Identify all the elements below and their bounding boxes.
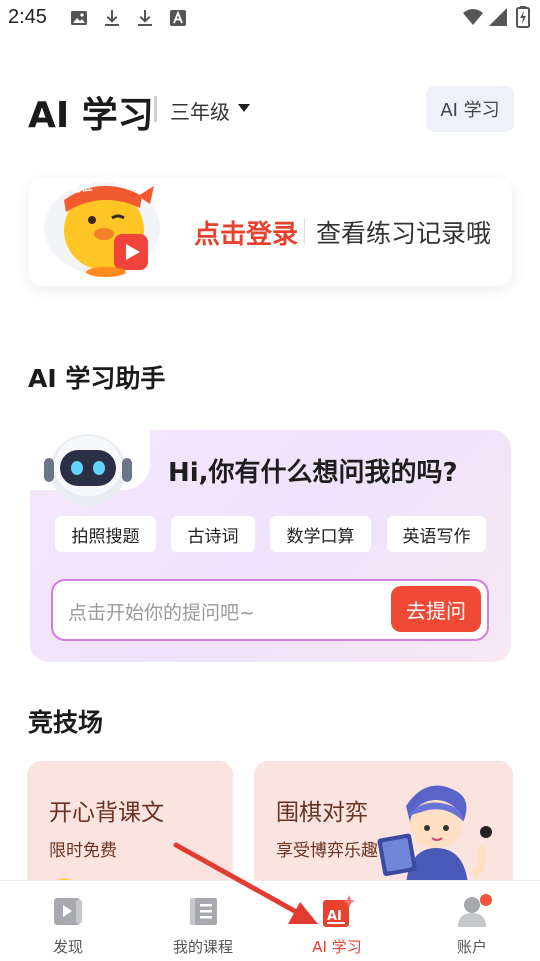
login-divider bbox=[304, 218, 305, 244]
question-input-placeholder[interactable]: 点击开始你的提问吧~ bbox=[68, 598, 255, 625]
battery-icon bbox=[516, 6, 530, 28]
nav-item-account[interactable]: 账户 bbox=[426, 881, 518, 961]
caret-down-icon[interactable] bbox=[238, 104, 250, 112]
nav-label: AI 学习 bbox=[312, 938, 362, 956]
assistant-section-title: AI 学习助手 bbox=[28, 364, 166, 393]
arena-card-subtitle: 限时免费 bbox=[49, 841, 117, 861]
nav-item-my-courses[interactable]: 我的课程 bbox=[155, 881, 251, 961]
signal-icon bbox=[489, 8, 507, 26]
title-divider bbox=[154, 96, 157, 122]
mascot-badge: 必胜 bbox=[71, 181, 93, 196]
status-bar: 2:45 bbox=[0, 0, 540, 36]
image-icon bbox=[71, 11, 87, 25]
go-player-illustration-icon bbox=[377, 785, 492, 884]
wifi-icon bbox=[463, 9, 483, 25]
download-icon bbox=[105, 10, 119, 26]
account-icon bbox=[458, 894, 492, 927]
ai-learning-button[interactable]: AI 学习 bbox=[426, 86, 514, 132]
arena-section-title: 竞技场 bbox=[28, 708, 104, 737]
assistant-greeting: Hi,你有什么想问我的吗? bbox=[168, 458, 458, 488]
nav-label: 发现 bbox=[52, 938, 83, 956]
chick-mascot-icon bbox=[44, 182, 160, 277]
status-time: 2:45 bbox=[8, 6, 47, 28]
login-hint: 查看练习记录哦 bbox=[316, 219, 492, 248]
nav-item-ai-learning[interactable]: AI AI 学习 bbox=[291, 881, 383, 961]
arena-card-title: 围棋对弈 bbox=[276, 800, 368, 826]
page-title: AI 学习 bbox=[28, 95, 154, 136]
nav-item-discover[interactable]: 发现 bbox=[22, 881, 114, 961]
chip-math[interactable]: 数学口算 bbox=[270, 516, 371, 552]
font-icon bbox=[170, 10, 186, 26]
nav-label: 我的课程 bbox=[172, 938, 233, 956]
arena-card-title: 开心背课文 bbox=[49, 800, 164, 826]
bottom-nav: 发现 我的课程 AI AI 学习 账户 bbox=[0, 880, 540, 961]
svg-text:AI: AI bbox=[327, 909, 342, 924]
download-icon bbox=[138, 10, 152, 26]
ai-icon: AI bbox=[323, 895, 355, 927]
robot-icon bbox=[44, 434, 132, 506]
chip-english-writing[interactable]: 英语写作 bbox=[387, 516, 486, 552]
grade-selector[interactable]: 三年级 bbox=[170, 96, 230, 125]
book-icon bbox=[190, 898, 217, 925]
nav-label: 账户 bbox=[456, 938, 487, 956]
chip-poetry[interactable]: 古诗词 bbox=[171, 516, 255, 552]
video-icon bbox=[54, 898, 82, 925]
chip-photo-search[interactable]: 拍照搜题 bbox=[55, 516, 156, 552]
arena-card-subtitle: 享受博弈乐趣 bbox=[276, 841, 378, 861]
login-link[interactable]: 点击登录 bbox=[194, 214, 298, 251]
ask-button[interactable]: 去提问 bbox=[391, 586, 481, 632]
